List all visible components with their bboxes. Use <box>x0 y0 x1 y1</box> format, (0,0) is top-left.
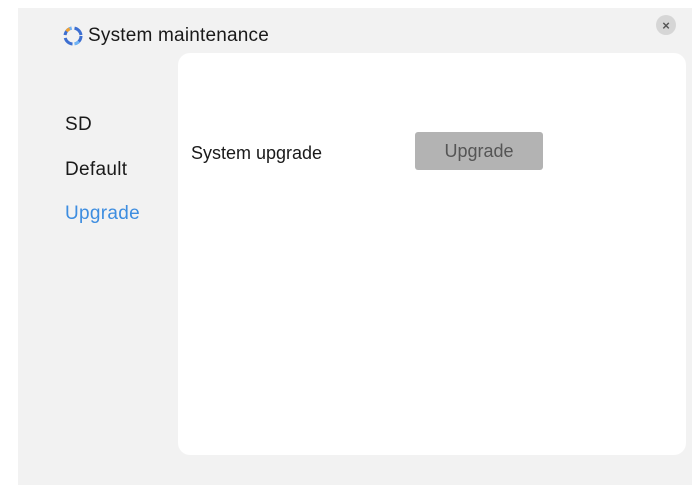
dialog-title: System maintenance <box>88 25 270 46</box>
system-upgrade-label: System upgrade <box>191 143 323 163</box>
sidebar-item-upgrade[interactable]: Upgrade <box>65 203 140 225</box>
sidebar-item-sd[interactable]: SD <box>65 114 92 136</box>
sidebar-item-default[interactable]: Default <box>65 159 127 181</box>
upgrade-button[interactable]: Upgrade <box>415 132 543 170</box>
close-icon: × <box>662 17 670 33</box>
title-bar: System maintenance <box>62 24 269 48</box>
refresh-cycle-icon <box>62 25 84 47</box>
system-maintenance-dialog: System maintenance × SD Default Upgrade … <box>18 8 692 485</box>
content-panel: System upgrade Upgrade <box>178 53 686 455</box>
close-button[interactable]: × <box>656 15 676 35</box>
